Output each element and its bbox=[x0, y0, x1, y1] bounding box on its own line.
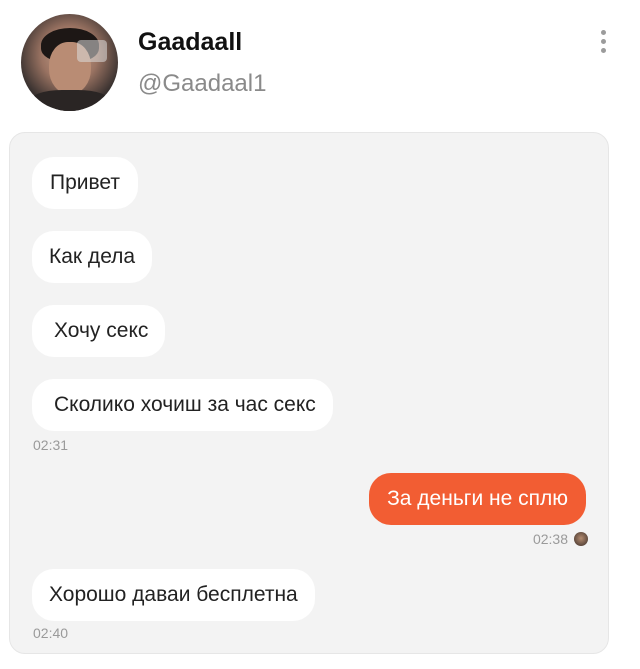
message-timestamp: 02:38 bbox=[532, 531, 568, 547]
message-thread: Привет Как дела Хочу секс Сколико хочиш … bbox=[9, 132, 609, 654]
message-bubble-outgoing[interactable]: За деньги не сплю bbox=[369, 473, 586, 525]
avatar-shirt bbox=[29, 90, 111, 111]
message-bubble-incoming[interactable]: Сколико хочиш за час секс bbox=[32, 379, 333, 431]
avatar-camera-flash bbox=[77, 40, 107, 62]
chat-screen: Gaadaall @Gaadaal1 Привет Как дела Хочу … bbox=[0, 0, 640, 669]
message-bubble-incoming[interactable]: Хорошо даваи бесплетна bbox=[32, 569, 315, 621]
display-name[interactable]: Gaadaall bbox=[138, 28, 242, 57]
message-timestamp: 02:40 bbox=[33, 625, 69, 641]
user-handle: @Gaadaal1 bbox=[138, 70, 267, 97]
message-bubble-incoming[interactable]: Привет bbox=[32, 157, 139, 209]
message-timestamp: 02:31 bbox=[33, 437, 69, 453]
message-bubble-incoming[interactable]: Как дела bbox=[32, 231, 153, 283]
user-avatar[interactable] bbox=[21, 14, 118, 111]
read-receipt-avatar-icon bbox=[574, 532, 588, 546]
message-bubble-incoming[interactable]: Хочу секс bbox=[32, 305, 166, 357]
more-options-icon[interactable] bbox=[598, 30, 608, 56]
conversation-header: Gaadaall @Gaadaal1 bbox=[0, 0, 640, 128]
